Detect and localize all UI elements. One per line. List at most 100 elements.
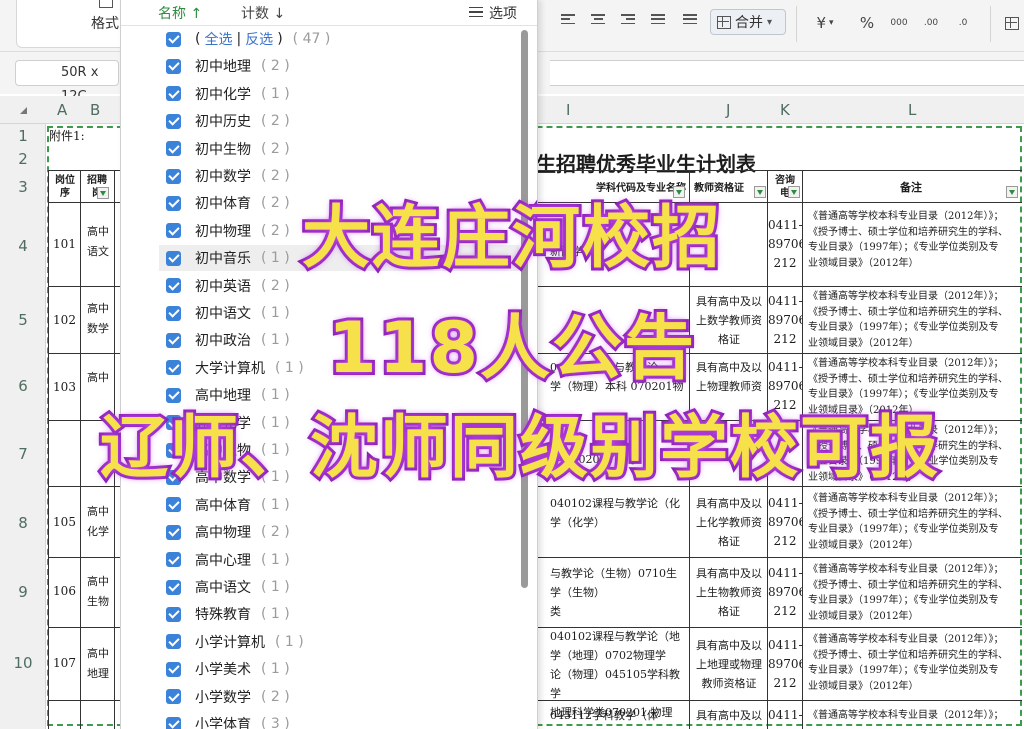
- filter-item-count: ( 1 ): [261, 606, 290, 623]
- align-justify-button[interactable]: [646, 8, 670, 34]
- increase-decimal-button[interactable]: .00: [918, 12, 944, 34]
- checkbox-checked-icon[interactable]: [166, 31, 181, 47]
- filter-item-label: 高中物理: [195, 525, 251, 542]
- menu-icon: [469, 7, 483, 17]
- filter-list-item[interactable]: 初中历史 ( 2 ): [159, 108, 489, 134]
- filter-item-count: ( 1 ): [261, 551, 290, 568]
- table-cell-post: 高中 生物: [87, 575, 109, 608]
- row-number[interactable]: 2: [0, 150, 46, 168]
- filter-panel-header: 名称 ↑ 计数 ↓ 选项: [121, 0, 537, 26]
- arrow-down-icon: ↓: [273, 6, 286, 22]
- align-center-button[interactable]: [586, 8, 610, 34]
- select-all-corner-icon[interactable]: [20, 107, 27, 114]
- checkbox-checked-icon[interactable]: [166, 579, 181, 595]
- checkbox-checked-icon[interactable]: [166, 524, 181, 540]
- filter-item-label: 初中历史: [195, 114, 251, 131]
- sheet-title: 生招聘优秀毕业生计划表: [536, 152, 756, 176]
- filter-item-count: ( 2 ): [261, 113, 290, 130]
- decrease-decimal-icon: .0: [958, 18, 968, 28]
- filter-item-label: 初中化学: [195, 86, 251, 103]
- merge-cells-icon: [717, 15, 731, 29]
- align-left-icon: [561, 14, 575, 28]
- percent-format-button[interactable]: %: [856, 12, 878, 34]
- column-header-j[interactable]: J: [726, 101, 730, 119]
- column-header-b[interactable]: B: [90, 101, 100, 119]
- filter-list-item[interactable]: 特殊教育 ( 1 ): [159, 601, 489, 627]
- filter-item-count: ( 2 ): [261, 58, 290, 75]
- checkbox-checked-icon[interactable]: [166, 113, 181, 129]
- checkbox-checked-icon[interactable]: [166, 141, 181, 157]
- filter-item-label: 高中语文: [195, 580, 251, 596]
- paren-open: (: [195, 31, 201, 47]
- checkbox-checked-icon[interactable]: [166, 552, 181, 568]
- checkbox-checked-icon[interactable]: [166, 689, 181, 705]
- filter-list-item[interactable]: 初中化学 ( 1 ): [159, 81, 489, 107]
- increase-decimal-icon: .00: [923, 18, 939, 28]
- checkbox-checked-icon[interactable]: [166, 58, 181, 74]
- distribute-button[interactable]: [678, 8, 702, 34]
- checkbox-checked-icon[interactable]: [166, 497, 181, 513]
- table-cell-post: 高中 化学: [87, 505, 109, 538]
- filter-select-all-row[interactable]: ( 全选 | 反选 ) ( 47 ): [159, 26, 489, 52]
- filter-list-item[interactable]: 小学计算机 ( 1 ): [159, 629, 489, 655]
- table-cell-major: 045112学科教学（体: [550, 709, 658, 722]
- filter-item-label: 特殊教育: [195, 607, 251, 624]
- currency-format-button[interactable]: ¥ ▾: [812, 12, 838, 34]
- table-cell-cert: 具有高中及以 上地理或物理 教师资格证: [696, 639, 762, 690]
- align-right-button[interactable]: [616, 8, 640, 34]
- row-number[interactable]: 10: [0, 654, 46, 672]
- table-cell-cert: 具有高中及以 上生物教师资 格证: [696, 567, 762, 618]
- arrow-up-icon: ↑: [190, 6, 203, 22]
- format-painter-label: 格式: [91, 16, 119, 32]
- filter-item-count: ( 2 ): [261, 688, 290, 705]
- filter-options-button[interactable]: 选项: [469, 3, 517, 23]
- divider-bar: |: [236, 31, 242, 47]
- select-all-link[interactable]: 全选: [204, 29, 232, 49]
- filter-item-label: 小学计算机: [195, 634, 265, 651]
- filter-list-item[interactable]: 高中体育 ( 1 ): [159, 492, 489, 518]
- filter-list-item[interactable]: 高中物理 ( 2 ): [159, 519, 489, 545]
- ribbon-separator: [990, 6, 991, 42]
- column-header-k[interactable]: K: [780, 101, 790, 119]
- name-box[interactable]: 50R x 12C: [15, 60, 119, 104]
- align-left-button[interactable]: [556, 8, 580, 34]
- checkbox-checked-icon[interactable]: [166, 606, 181, 622]
- column-header-l[interactable]: L: [908, 101, 916, 119]
- table-cell-major: 040102课程与教学论（化 学（化学）: [550, 497, 680, 529]
- checkbox-checked-icon[interactable]: [166, 661, 181, 677]
- checkbox-checked-icon[interactable]: [166, 86, 181, 102]
- sort-by-name-button[interactable]: 名称 ↑: [158, 3, 202, 23]
- table-cell-cert: 具有高中及以: [696, 709, 762, 722]
- thousands-separator-button[interactable]: 000: [886, 12, 912, 34]
- paren-close: ): [277, 31, 283, 47]
- formula-input[interactable]: [550, 60, 1024, 86]
- filter-item-count: ( 2 ): [261, 140, 290, 157]
- row-number[interactable]: 8: [0, 514, 46, 532]
- sort-by-count-button[interactable]: 计数 ↓: [241, 3, 285, 23]
- filter-list-item[interactable]: 初中生物 ( 2 ): [159, 136, 489, 162]
- column-header-a[interactable]: A: [57, 101, 67, 119]
- filter-item-count: ( 1 ): [261, 85, 290, 102]
- filter-list-item[interactable]: 小学数学 ( 2 ): [159, 684, 489, 710]
- format-painter-button[interactable]: 格式: [16, 0, 128, 48]
- row-number[interactable]: 9: [0, 583, 46, 601]
- filter-item-label: 初中生物: [195, 141, 251, 158]
- filter-item-count: ( 3 ): [261, 716, 290, 729]
- merge-cells-button[interactable]: 合并 ▾: [710, 9, 786, 35]
- row-number[interactable]: 1: [0, 127, 46, 145]
- merge-cells-label: 合并: [735, 15, 763, 31]
- filter-item-count: ( 1 ): [275, 633, 304, 650]
- filter-list-item[interactable]: 小学体育 ( 3 ): [159, 711, 489, 729]
- filter-list-item[interactable]: 初中地理 ( 2 ): [159, 53, 489, 79]
- checkbox-checked-icon[interactable]: [166, 634, 181, 650]
- checkbox-checked-icon[interactable]: [166, 716, 181, 729]
- table-cell-post: 高中 地理: [87, 647, 109, 680]
- filter-list-item[interactable]: 高中语文 ( 1 ): [159, 574, 489, 600]
- filter-list-item[interactable]: 高中心理 ( 1 ): [159, 547, 489, 573]
- invert-selection-link[interactable]: 反选: [245, 29, 273, 49]
- filter-list-item[interactable]: 小学美术 ( 1 ): [159, 656, 489, 682]
- column-header-i[interactable]: I: [566, 101, 570, 119]
- table-cell-phone: 0411-89706212: [768, 638, 802, 690]
- decrease-decimal-button[interactable]: .0: [950, 12, 976, 34]
- table-style-button[interactable]: [1002, 12, 1022, 34]
